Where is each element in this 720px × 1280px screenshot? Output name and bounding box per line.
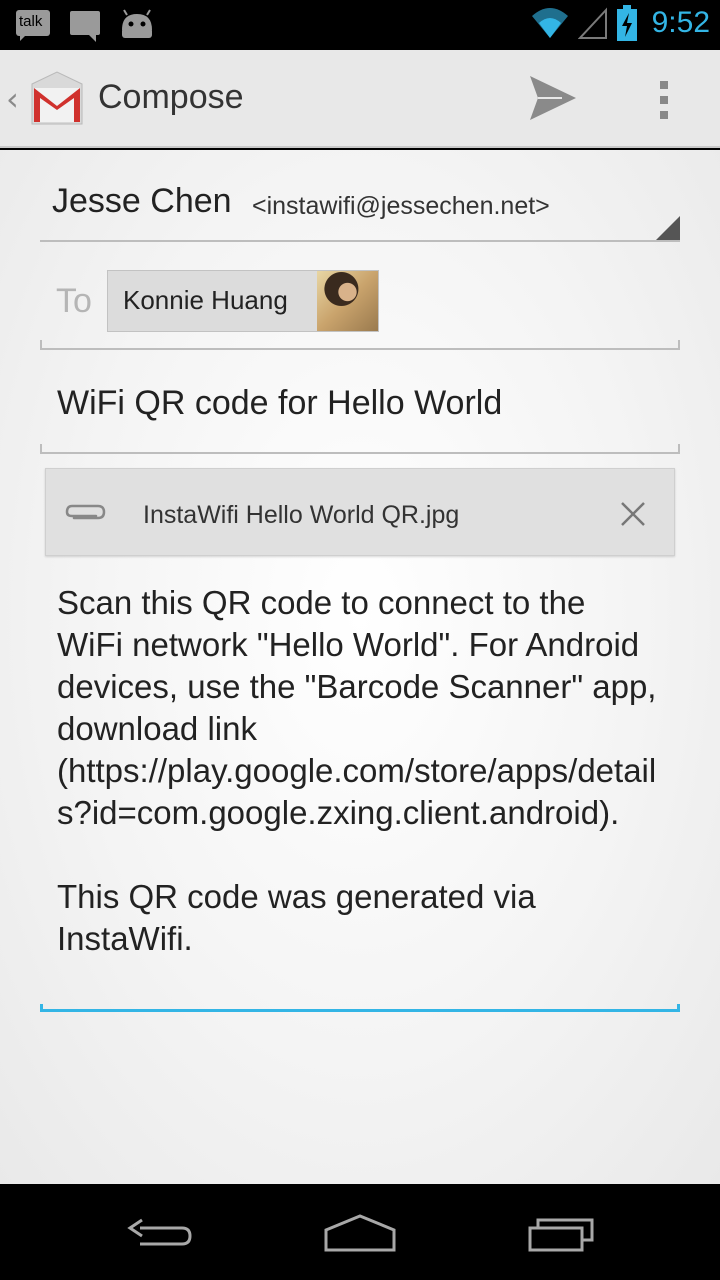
navigation-bar — [0, 1184, 720, 1280]
recipient-name: Konnie Huang — [123, 285, 288, 315]
paperclip-icon — [65, 504, 106, 520]
page-title: Compose — [98, 78, 244, 116]
overflow-menu-icon[interactable] — [640, 72, 688, 128]
avatar — [317, 271, 378, 331]
wifi-icon — [531, 8, 568, 38]
from-account-spinner[interactable]: Jesse Chen <instawifi@jessechen.net> — [40, 180, 680, 242]
from-email: <instawifi@jessechen.net> — [252, 192, 550, 220]
clock: 9:52 — [651, 6, 710, 39]
body-field[interactable]: Scan this QR code to connect to the WiFi… — [40, 570, 680, 1012]
action-bar: ‹ Compose — [0, 50, 720, 148]
status-icons: 9:52 — [530, 4, 710, 42]
to-field[interactable]: To Konnie Huang — [40, 260, 680, 350]
back-icon[interactable] — [120, 1204, 200, 1260]
battery-charging-icon — [616, 5, 637, 41]
gmail-logo-icon[interactable] — [26, 68, 88, 130]
attachment-item[interactable]: InstaWifi Hello World QR.jpg — [45, 468, 675, 556]
to-label: To — [56, 282, 92, 320]
signal-icon — [577, 7, 607, 39]
recipient-chip[interactable]: Konnie Huang — [107, 270, 379, 332]
compose-form: Jesse Chen <instawifi@jessechen.net> To … — [0, 150, 720, 1184]
notification-icons: talk — [14, 6, 156, 44]
message-icon — [66, 6, 104, 44]
attachment-filename: InstaWifi Hello World QR.jpg — [143, 501, 460, 529]
up-caret-icon[interactable]: ‹ — [6, 80, 19, 118]
subject-text: WiFi QR code for Hello World — [57, 384, 503, 422]
send-icon[interactable] — [522, 70, 582, 126]
home-icon[interactable] — [320, 1204, 400, 1260]
talk-icon-label: talk — [19, 13, 43, 30]
recent-apps-icon[interactable] — [522, 1204, 602, 1260]
subject-field[interactable]: WiFi QR code for Hello World — [40, 364, 680, 454]
body-text: Scan this QR code to connect to the WiFi… — [57, 584, 657, 957]
android-icon — [118, 6, 156, 44]
status-bar: talk 9:52 — [0, 0, 720, 50]
spinner-corner-icon — [656, 216, 680, 240]
from-name: Jesse Chen — [52, 182, 232, 220]
close-icon[interactable] — [618, 499, 648, 529]
talk-icon: talk — [14, 6, 52, 44]
